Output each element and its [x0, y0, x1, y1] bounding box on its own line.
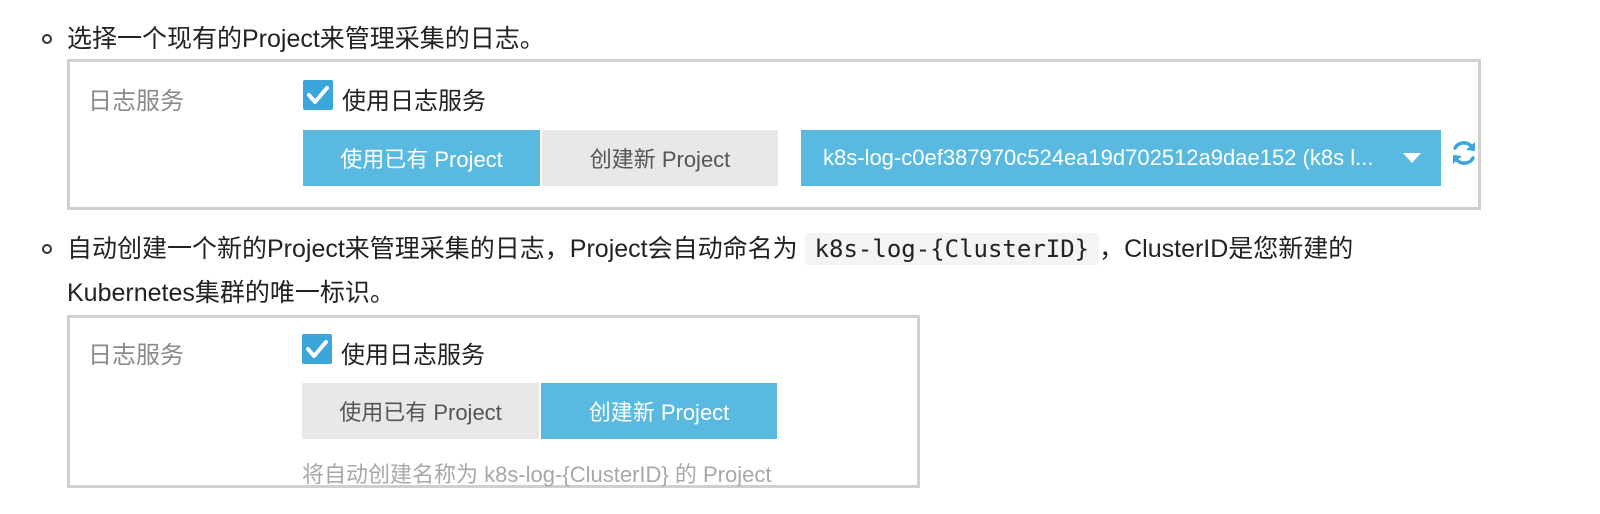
create-new-project-button[interactable]: 创建新 Project — [542, 130, 778, 186]
log-service-panel-new: 日志服务 使用日志服务 使用已有 Project 创建新 Project 将自动… — [67, 315, 920, 488]
project-select-value: k8s-log-c0ef387970c524ea19d702512a9dae15… — [823, 145, 1374, 170]
bullet-item-2-text-line2: Kubernetes集群的唯一标识。 — [67, 279, 395, 307]
bullet-item-2-text-after: ，ClusterID是您新建的 — [1099, 235, 1354, 263]
bullet-circle-icon — [42, 244, 52, 254]
bullet-item-2-text: 自动创建一个新的Project来管理采集的日志，Project会自动命名为 k8… — [67, 229, 1353, 269]
log-service-panel-existing: 日志服务 使用日志服务 使用已有 Project 创建新 Project k8s… — [67, 59, 1481, 210]
checkbox-label: 使用日志服务 — [341, 342, 485, 369]
bullet-circle-icon — [42, 34, 52, 44]
checkbox-label: 使用日志服务 — [342, 88, 486, 115]
caret-down-icon — [1403, 153, 1421, 163]
use-existing-project-button[interactable]: 使用已有 Project — [302, 383, 539, 439]
bullet-item-2-text-before: 自动创建一个新的Project来管理采集的日志，Project会自动命名为 — [67, 235, 798, 263]
check-icon — [306, 340, 328, 358]
create-new-project-button[interactable]: 创建新 Project — [541, 383, 777, 439]
use-existing-project-button[interactable]: 使用已有 Project — [303, 130, 540, 186]
use-log-service-checkbox[interactable] — [302, 334, 332, 364]
refresh-icon[interactable] — [1449, 138, 1479, 168]
panel-label: 日志服务 — [88, 88, 184, 115]
auto-create-hint: 将自动创建名称为 k8s-log-{ClusterID} 的 Project — [302, 462, 772, 487]
use-log-service-checkbox[interactable] — [303, 80, 333, 110]
project-select[interactable]: k8s-log-c0ef387970c524ea19d702512a9dae15… — [801, 130, 1441, 186]
panel-label: 日志服务 — [88, 342, 184, 369]
bullet-item-1-text: 选择一个现有的Project来管理采集的日志。 — [67, 25, 545, 53]
check-icon — [307, 86, 329, 104]
inline-code: k8s-log-{ClusterID} — [804, 233, 1100, 265]
